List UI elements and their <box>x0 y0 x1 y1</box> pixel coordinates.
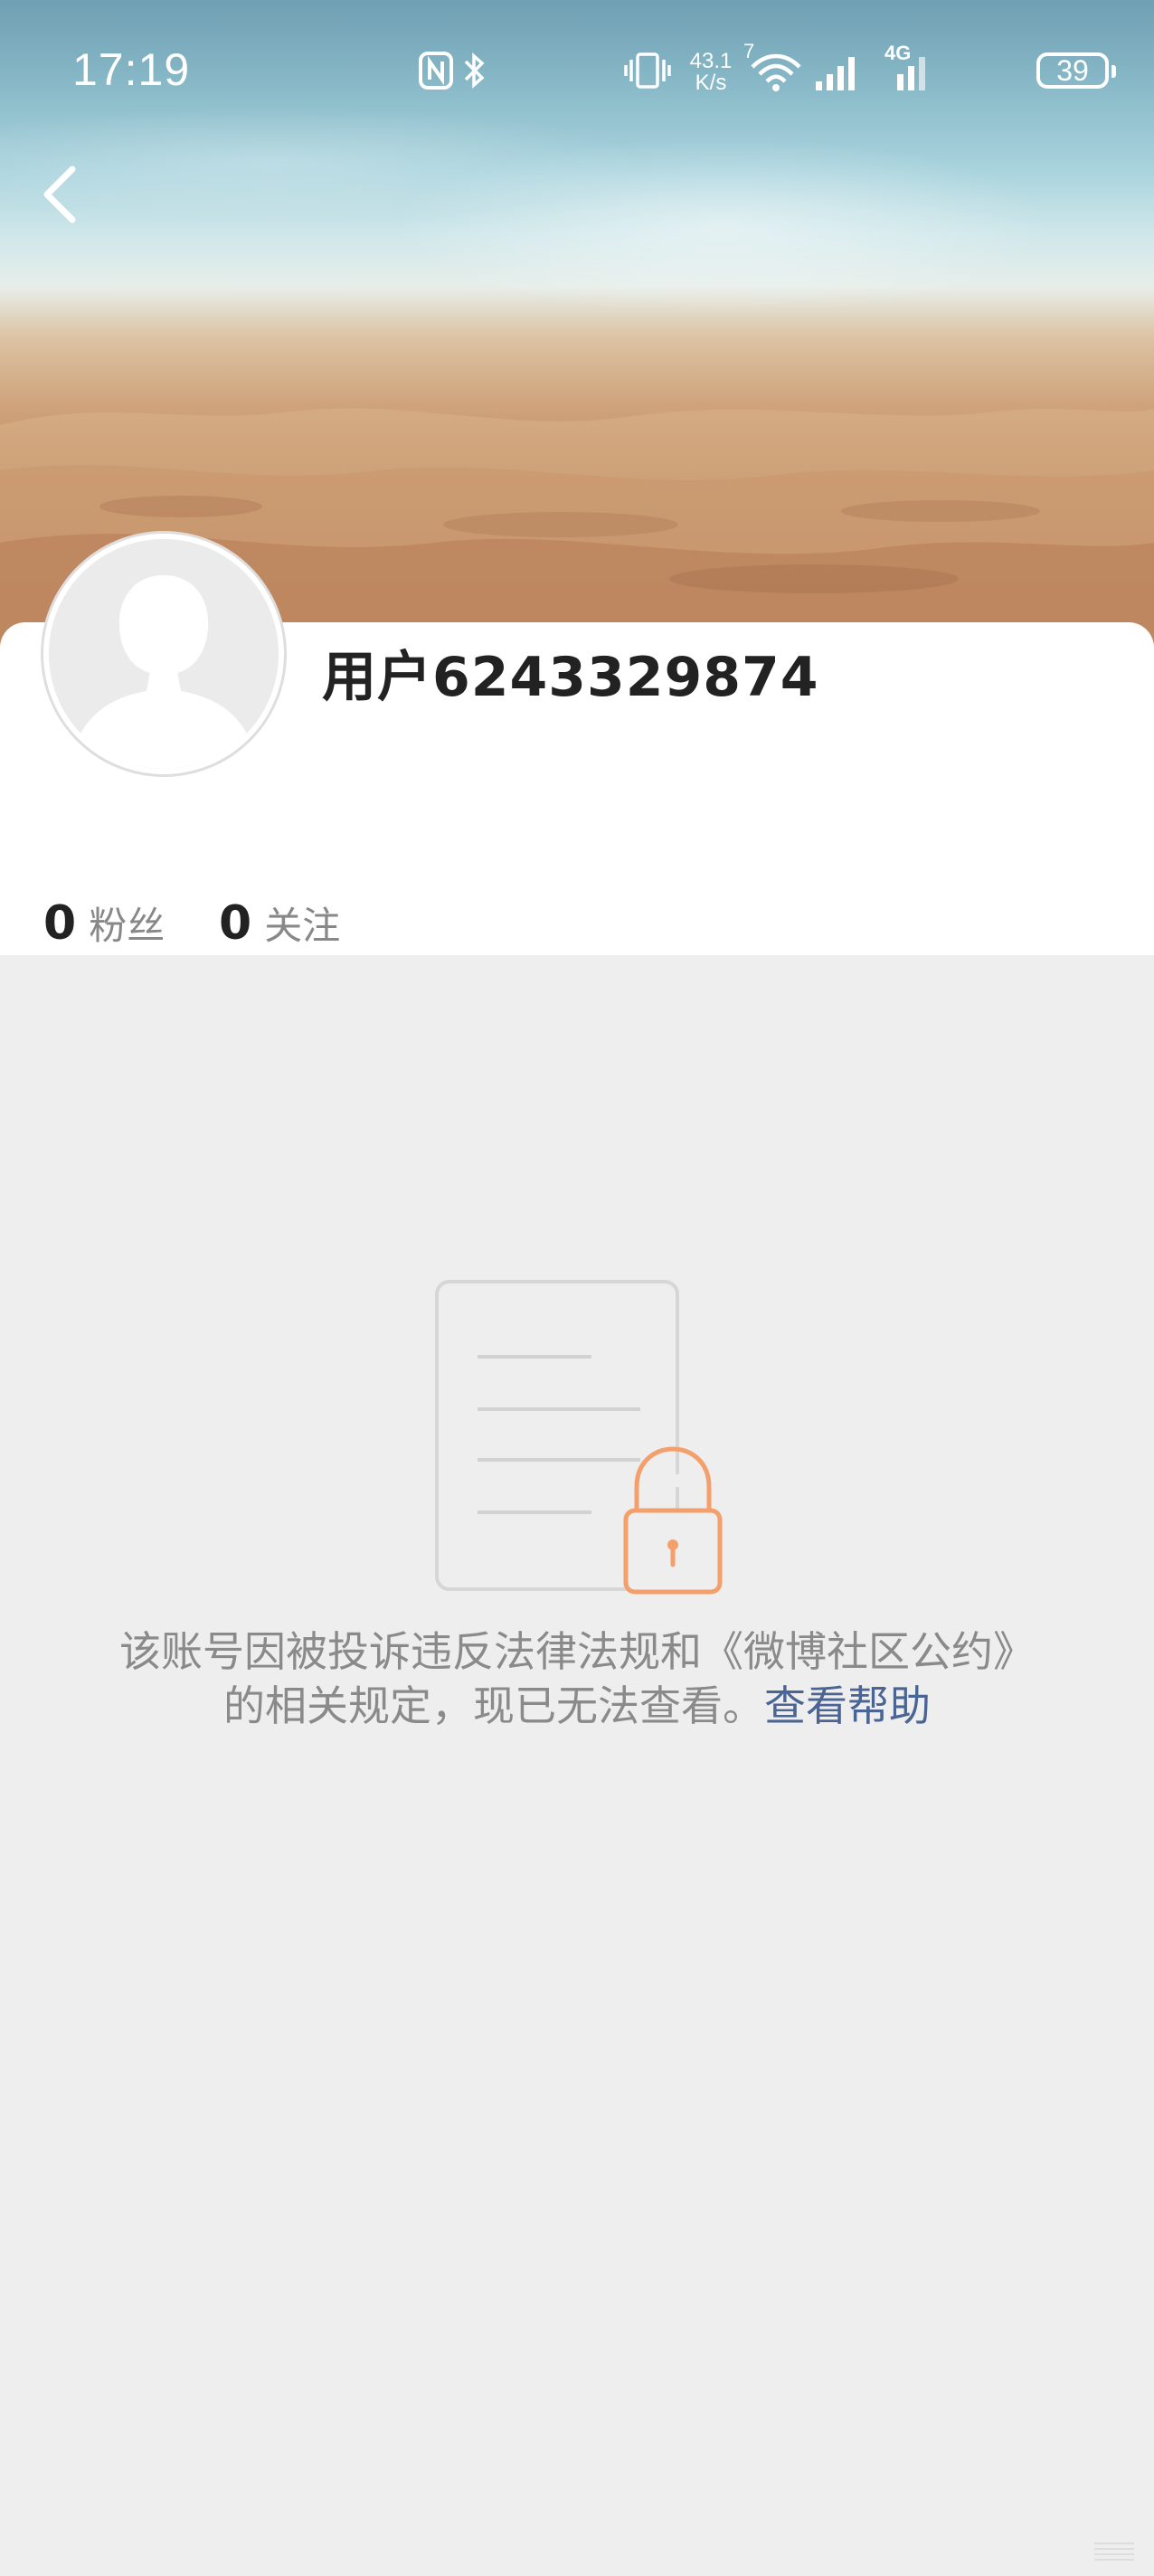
back-arrow-icon <box>43 166 76 223</box>
document-lock-icon <box>435 1280 723 1595</box>
following-stat[interactable]: 0 关注 <box>219 895 340 951</box>
followers-stat[interactable]: 0 粉丝 <box>43 895 165 951</box>
wifi-badge: 7 <box>743 40 755 62</box>
followers-count: 0 <box>43 896 77 951</box>
following-count: 0 <box>219 896 252 951</box>
gesture-bar-icon <box>1094 2543 1134 2561</box>
account-blocked-notice: 该账号因被投诉违反法律法规和《微博社区公约》的相关规定，现已无法查看。查看帮助 <box>109 1624 1045 1733</box>
nfc-icon <box>419 52 453 90</box>
status-time: 17:19 <box>72 44 191 95</box>
avatar-placeholder-icon <box>49 539 279 769</box>
back-button[interactable] <box>34 158 94 231</box>
blocked-content-area <box>0 955 1154 2576</box>
bluetooth-icon <box>464 52 485 89</box>
network-speed: 43.1 K/s <box>689 49 733 95</box>
following-label: 关注 <box>264 904 341 948</box>
signal-icon <box>816 57 855 90</box>
status-bar: 17:19 43.1 K/s 7 4G 39 <box>0 0 1154 145</box>
battery-icon: 39 <box>1036 52 1116 89</box>
help-link[interactable]: 查看帮助 <box>764 1681 931 1730</box>
followers-label: 粉丝 <box>89 904 166 948</box>
signal-4g-icon <box>897 57 925 90</box>
vibrate-icon <box>624 52 671 89</box>
username: 用户6243329874 <box>322 646 819 709</box>
avatar[interactable] <box>43 534 284 774</box>
